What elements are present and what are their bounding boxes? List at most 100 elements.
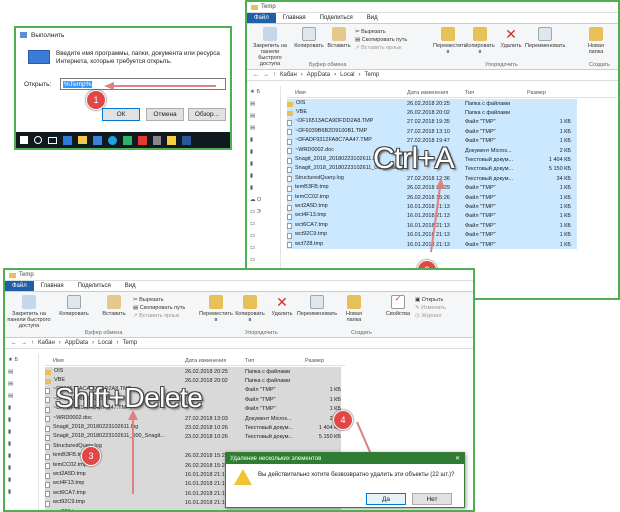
tab-file[interactable]: Файл <box>5 281 34 291</box>
table-row[interactable]: ~DF16513ACA9DFDD2A8.TMP 27.02.2018 19:35 Ф… <box>287 117 577 128</box>
nav-item[interactable]: ▭ <box>247 254 280 266</box>
explorer-bottom-address-bar[interactable]: ← → ↑ Кабан › AppData › Local › Temp <box>5 338 473 349</box>
nav-item[interactable]: ▮ <box>5 426 38 438</box>
nav-item[interactable]: ▤ <box>247 110 280 122</box>
edge-icon[interactable] <box>63 135 72 145</box>
breadcrumb-2[interactable]: Local <box>98 340 112 346</box>
change-button[interactable]: ✎ Изменить <box>415 304 446 312</box>
nav-item-quick-access[interactable]: ★ Б <box>5 354 38 366</box>
copy-to-button[interactable]: Копировать в <box>233 295 267 323</box>
nav-item[interactable]: ▤ <box>247 122 280 134</box>
tab-home[interactable]: Главная <box>276 13 313 23</box>
nav-item[interactable]: ▭ <box>247 242 280 254</box>
table-row[interactable]: Snagit_2018_20180223102611_000_Snagit...… <box>45 432 341 443</box>
col-name[interactable]: Имя <box>287 90 407 96</box>
nav-item[interactable]: ▭ <box>247 218 280 230</box>
notes-icon[interactable] <box>167 135 176 145</box>
breadcrumb-3[interactable]: Temp <box>122 340 137 346</box>
breadcrumb-0[interactable]: Кабан <box>280 72 297 78</box>
rename-button[interactable]: Переименовать <box>525 27 565 49</box>
up-icon[interactable]: ↑ <box>31 340 34 346</box>
forward-icon[interactable]: → <box>263 72 269 78</box>
run-ok-button[interactable]: ОК <box>102 108 140 121</box>
cut-button[interactable]: ✂ Вырезать <box>355 28 407 36</box>
nav-item[interactable]: ▮ <box>5 486 38 498</box>
table-row[interactable]: VBE 26.02.2018 20:02 Папка с файлами <box>287 108 577 118</box>
tab-view[interactable]: Вид <box>360 13 385 23</box>
nav-item[interactable]: ▭ <box>247 230 280 242</box>
col-date[interactable]: Дата изменения <box>185 358 245 364</box>
back-icon[interactable]: ← <box>11 340 17 346</box>
delete-button[interactable]: ✕ Удалить <box>499 27 523 49</box>
properties-button[interactable]: ✓ Свойства <box>385 295 411 318</box>
tab-home[interactable]: Главная <box>34 281 71 291</box>
copy-to-button[interactable]: Копировать в <box>465 27 495 55</box>
snagit-icon[interactable] <box>138 135 147 145</box>
tab-share[interactable]: Поделиться <box>313 13 360 23</box>
table-row[interactable]: wct728.tmp16.01.2018 21:13 <box>45 507 341 510</box>
yes-button[interactable]: Да <box>366 493 406 505</box>
breadcrumb-1[interactable]: AppData <box>65 340 88 346</box>
journal-button[interactable]: ◷ Журнал <box>415 312 446 320</box>
paste-shortcut-button[interactable]: ↗ Вставить ярлык <box>133 312 185 320</box>
nav-item[interactable]: ▮ <box>5 402 38 414</box>
rename-button[interactable]: Переименовать <box>295 295 339 317</box>
back-icon[interactable]: ← <box>253 72 259 78</box>
tab-view[interactable]: Вид <box>118 281 143 291</box>
col-size[interactable]: Размер <box>527 90 567 96</box>
table-row[interactable]: OIS 26.02.2018 20:25 Папка с файлами <box>287 99 577 109</box>
move-to-button[interactable]: Переместить в <box>199 295 233 323</box>
task-view-icon[interactable] <box>48 136 57 144</box>
nav-item-onedrive[interactable]: ☁ O <box>247 194 280 206</box>
search-icon[interactable] <box>34 136 42 144</box>
store-icon[interactable] <box>93 135 102 145</box>
cut-button[interactable]: ✂ Вырезать <box>133 296 185 304</box>
nav-item[interactable]: ▮ <box>247 134 280 146</box>
breadcrumb-2[interactable]: Local <box>340 72 354 78</box>
forward-icon[interactable]: → <box>21 340 27 346</box>
nav-item[interactable]: ▤ <box>247 98 280 110</box>
app-icon[interactable] <box>123 135 132 145</box>
col-size[interactable]: Размер <box>305 358 341 364</box>
copy-button[interactable]: Копировать <box>57 295 91 317</box>
nav-item[interactable]: ▮ <box>247 182 280 194</box>
nav-item[interactable]: ▮ <box>247 170 280 182</box>
paste-button[interactable]: Вставить <box>101 295 127 317</box>
col-date[interactable]: Дата изменения <box>407 90 465 96</box>
table-row[interactable]: ~WRD0002.doc 27.02.2018 13:03 Документ Mic… <box>45 413 341 424</box>
start-icon[interactable] <box>20 136 28 144</box>
tab-share[interactable]: Поделиться <box>71 281 118 291</box>
pin-button[interactable]: Закрепить на панели быстрого доступа <box>249 27 291 67</box>
table-row[interactable]: ~DF6039B6B2D9100B1.TMP 27.02.2018 13:10 Фа… <box>287 127 577 137</box>
paste-shortcut-button[interactable]: ↗ Вставить ярлык <box>355 44 407 52</box>
new-folder-button[interactable]: Новая папка <box>341 295 367 323</box>
nav-item-quick-access[interactable]: ★ Б <box>247 86 280 98</box>
nav-item-this-pc[interactable]: ▭ Э <box>247 206 280 218</box>
close-icon[interactable]: ✕ <box>455 455 460 462</box>
nav-item[interactable]: ▮ <box>247 146 280 158</box>
breadcrumb-3[interactable]: Temp <box>364 72 379 78</box>
col-type[interactable]: Тип <box>465 90 527 96</box>
nav-item[interactable]: ▤ <box>5 378 38 390</box>
nav-item[interactable]: ▮ <box>5 450 38 462</box>
col-name[interactable]: Имя <box>45 358 185 364</box>
nav-item[interactable]: ▮ <box>5 474 38 486</box>
word-icon[interactable] <box>182 135 191 145</box>
col-type[interactable]: Тип <box>245 358 305 364</box>
tab-file[interactable]: Файл <box>247 13 276 23</box>
nav-item[interactable]: ▮ <box>5 414 38 426</box>
nav-item[interactable]: ▤ <box>5 366 38 378</box>
open-button[interactable]: ▣ Открыть <box>415 296 446 304</box>
skype-icon[interactable] <box>108 135 117 145</box>
breadcrumb-1[interactable]: AppData <box>307 72 330 78</box>
no-button[interactable]: Нет <box>412 493 452 505</box>
breadcrumb-0[interactable]: Кабан <box>38 340 55 346</box>
nav-item[interactable]: ▮ <box>5 438 38 450</box>
table-row[interactable]: Snagit_2018_20180223102611.log 23.02.2018… <box>45 423 341 433</box>
run-browse-button[interactable]: Обзор... <box>188 108 226 121</box>
move-to-button[interactable]: Переместить в <box>433 27 467 55</box>
explorer-icon[interactable] <box>78 136 87 144</box>
copy-button[interactable]: Копировать <box>293 27 325 49</box>
explorer-top-address-bar[interactable]: ← → ↑ Кабан › AppData › Local › Temp <box>247 70 618 81</box>
up-icon[interactable]: ↑ <box>273 72 276 78</box>
